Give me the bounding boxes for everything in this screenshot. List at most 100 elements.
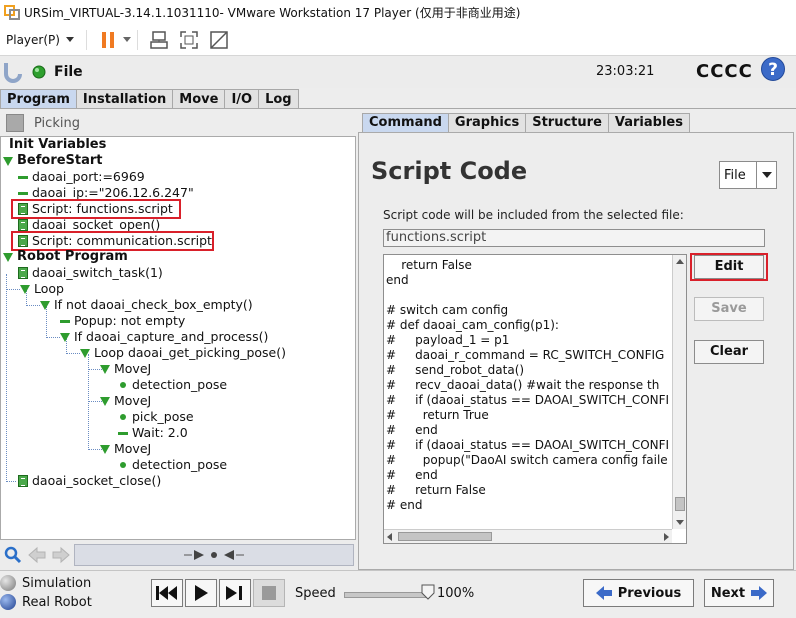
script-code-viewer[interactable]: return False end # switch cam config # d… [383,254,687,544]
tree-node[interactable]: Loop [20,281,64,297]
tree-node[interactable]: daoai_switch_task(1) [18,265,163,281]
tree-connector [26,305,40,306]
expand-triangle-icon[interactable] [100,364,110,374]
tree-node[interactable]: daoai_port:=6969 [18,169,145,185]
scroll-down-icon[interactable] [676,520,684,525]
real-robot-radio[interactable]: Real Robot [0,594,92,610]
tree-node[interactable]: pick_pose [118,409,194,425]
redo-button[interactable] [50,544,72,566]
step-button[interactable] [219,579,251,607]
tree-node[interactable]: Wait: 2.0 [118,425,188,441]
stop-button[interactable] [253,579,285,607]
tab-io[interactable]: I/O [224,89,260,109]
save-program-icon[interactable] [6,114,24,132]
tab-graphics[interactable]: Graphics [447,113,527,132]
tree-node-label: daoai_port:=6969 [32,169,145,184]
speed-label: Speed [295,586,336,601]
tree-node[interactable]: Init Variables [5,137,106,153]
arrow-left-icon [595,586,612,600]
tree-connector [6,274,7,482]
clock: 23:03:21 [596,64,655,79]
player-menu[interactable]: Player(P) [0,33,80,47]
universal-robots-logo-icon [3,63,22,83]
tab-move[interactable]: Move [172,89,226,109]
undo-button[interactable] [26,544,48,566]
next-button[interactable]: Next [704,579,774,607]
tree-node-label: Loop [34,281,64,296]
speed-slider[interactable] [344,592,430,598]
tree-node[interactable]: MoveJ [100,361,151,377]
tab-command[interactable]: Command [362,113,449,132]
tree-node[interactable]: detection_pose [118,377,227,393]
tree-node[interactable]: If daoai_capture_and_process() [60,329,268,345]
pause-button[interactable] [96,28,120,52]
tree-connector [66,353,80,354]
arrow-right-icon [751,586,768,600]
tab-structure[interactable]: Structure [525,113,609,132]
script-source-select[interactable]: File [719,161,777,189]
tree-node[interactable]: Loop daoai_get_picking_pose() [80,345,286,361]
save-button[interactable]: Save [694,297,764,321]
horizontal-scrollbar[interactable] [384,529,672,543]
tree-node[interactable]: Popup: not empty [60,313,185,329]
tree-connector [6,289,20,290]
expand-triangle-icon[interactable] [40,300,50,310]
clear-button[interactable]: Clear [694,340,764,364]
tree-node[interactable]: BeforeStart [3,153,103,169]
tab-variables[interactable]: Variables [607,113,690,132]
pause-icon [101,31,114,48]
tab-program[interactable]: Program [0,89,77,109]
scroll-right-icon[interactable] [664,533,669,541]
tree-drag-handle[interactable] [74,544,354,566]
help-button[interactable]: ? [761,57,785,81]
tree-node[interactable]: If not daoai_check_box_empty() [40,297,253,313]
tree-node-label: Wait: 2.0 [132,425,188,440]
previous-button[interactable]: Previous [583,579,694,607]
chevron-down-icon[interactable] [122,36,131,43]
file-menu[interactable]: File [54,64,83,80]
program-tree: Init Variables BeforeStart daoai_port:=6… [0,136,356,540]
vertical-scrollbar[interactable] [672,255,686,529]
script-filename-field[interactable]: functions.script [383,229,765,247]
expand-triangle-icon[interactable] [100,444,110,454]
tab-installation[interactable]: Installation [75,89,174,109]
vmware-toolbar: Player(P) [0,24,796,56]
play-button[interactable] [185,579,217,607]
tree-node[interactable]: daoai_socket_close() [18,473,161,489]
rewind-button[interactable] [151,579,183,607]
simulation-radio[interactable]: Simulation [0,575,91,591]
tree-node[interactable]: Robot Program [3,249,128,265]
player-menu-label: Player(P) [6,32,60,47]
tree-toolbar [0,540,356,570]
script-description: Script code will be included from the se… [383,208,684,222]
expand-triangle-icon[interactable] [100,396,110,406]
scroll-up-icon[interactable] [676,259,684,264]
undo-icon [28,546,46,564]
polyscope-header: File 23:03:21 CCCC [0,56,796,88]
expand-triangle-icon[interactable] [60,332,70,342]
scroll-thumb[interactable] [675,497,685,511]
vmware-icon [4,5,20,20]
tree-node[interactable]: MoveJ [100,441,151,457]
chevron-down-icon[interactable] [756,162,776,188]
fullscreen-button[interactable] [177,28,201,52]
unity-button[interactable] [207,28,231,52]
scroll-thumb[interactable] [398,532,492,541]
main-tabs: Program Installation Move I/O Log [0,89,299,109]
expand-triangle-icon[interactable] [3,252,13,262]
speed-slider-handle[interactable] [421,584,435,600]
tree-node[interactable]: MoveJ [100,393,151,409]
edit-button[interactable]: Edit [694,255,764,279]
tree-node-label: MoveJ [114,393,152,408]
expand-triangle-icon[interactable] [80,348,90,358]
expand-triangle-icon[interactable] [20,284,30,294]
tree-node[interactable]: detection_pose [118,457,227,473]
tab-log[interactable]: Log [258,89,299,109]
previous-label: Previous [617,585,682,601]
search-button[interactable] [2,544,24,566]
send-ctrl-alt-del-button[interactable] [147,28,171,52]
speed-value: 100% [437,586,475,601]
scroll-left-icon[interactable] [387,533,392,541]
tree-node-label: MoveJ [114,361,152,376]
expand-triangle-icon[interactable] [3,156,13,166]
